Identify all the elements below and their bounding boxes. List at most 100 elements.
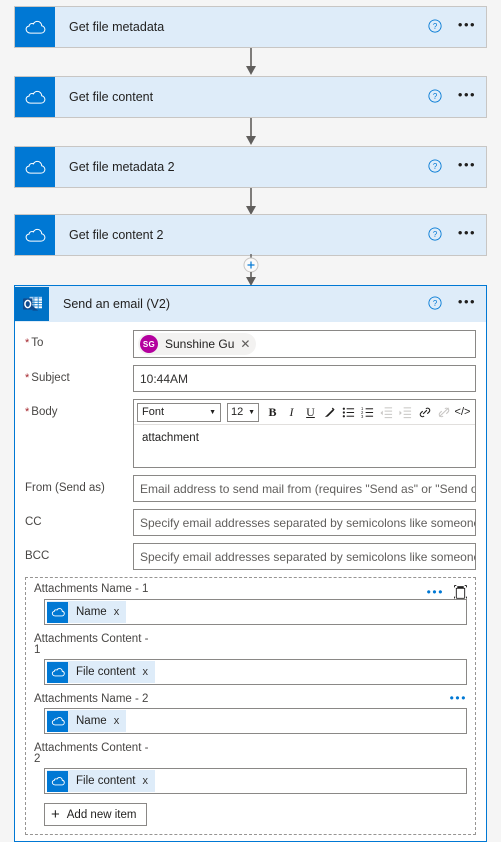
text-color-icon[interactable] (320, 402, 339, 422)
step-more-menu[interactable]: ••• (448, 88, 486, 104)
subject-input[interactable]: 10:44AM (133, 365, 476, 392)
send-email-more-menu[interactable]: ••• (448, 295, 486, 311)
from-input[interactable]: Email address to send mail from (require… (133, 475, 476, 502)
chevron-down-icon: ▼ (248, 408, 255, 416)
add-step-icon (243, 254, 258, 286)
flow-step-get-file-content[interactable]: Get file content ? ••• (14, 76, 487, 118)
dynamic-content-token[interactable]: File content x (47, 770, 155, 792)
send-email-card-title: Send an email (V2) (63, 297, 171, 311)
flow-canvas: Get file metadata ? ••• Get file content… (0, 0, 501, 286)
to-input[interactable]: SG Sunshine Gu ✕ (133, 330, 476, 358)
send-email-action-card[interactable]: Send an email (V2) ? ••• * To SG Sunshine… (14, 285, 487, 842)
step-more-menu[interactable]: ••• (448, 18, 486, 34)
attachment-content-1-input[interactable]: File content x (44, 659, 467, 685)
attachment-label: Attachments Name - 2 (34, 693, 149, 705)
onedrive-cloud-icon (47, 710, 68, 732)
bold-icon[interactable]: B (263, 402, 282, 422)
attachment-more-menu[interactable]: ••• (427, 586, 444, 598)
dynamic-content-token[interactable]: File content x (47, 661, 155, 683)
font-family-dropdown[interactable]: Font ▼ (137, 402, 221, 422)
field-cc: CC Specify email addresses separated by … (25, 509, 476, 536)
field-from-label: From (Send as) (25, 482, 105, 494)
remove-token-icon[interactable]: x (114, 606, 120, 618)
field-subject: * Subject 10:44AM (25, 365, 476, 392)
token-label: Name (76, 606, 107, 618)
dynamic-content-token[interactable]: Name x (47, 601, 127, 623)
attachment-label: Attachments Content - 2 (34, 742, 149, 765)
font-family-value: Font (142, 406, 165, 418)
remove-recipient-icon[interactable]: ✕ (240, 337, 250, 351)
attachment-more-menu[interactable]: ••• (450, 692, 467, 704)
font-size-dropdown[interactable]: 12 ▼ (227, 402, 259, 422)
onedrive-cloud-icon (47, 661, 68, 683)
cc-input[interactable]: Specify email addresses separated by sem… (133, 509, 476, 536)
decrease-indent-icon[interactable] (377, 402, 396, 422)
increase-indent-icon[interactable] (396, 402, 415, 422)
token-label: File content (76, 775, 136, 787)
send-email-form: *To SG Sunshine Gu ✕ *Subject 10:44AM (15, 322, 486, 841)
flow-step-title: Get file metadata (69, 20, 165, 34)
recipient-name: Sunshine Gu (165, 337, 235, 351)
trash-icon[interactable] (454, 585, 467, 599)
field-bcc-label: BCC (25, 550, 50, 562)
bcc-input[interactable]: Specify email addresses separated by sem… (133, 543, 476, 570)
dynamic-content-token[interactable]: Name x (47, 710, 127, 732)
flow-connector-arrow (0, 48, 501, 76)
attachment-content-2-input[interactable]: File content x (44, 768, 467, 794)
bulleted-list-icon[interactable] (339, 402, 358, 422)
underline-icon[interactable]: U (301, 402, 320, 422)
svg-text:3: 3 (361, 414, 364, 419)
flow-step-get-file-content-2[interactable]: Get file content 2 ? ••• (14, 214, 487, 256)
body-rich-text-editor[interactable]: Font ▼ 12 ▼ B I U 1 2 3 </> attachment (133, 399, 476, 468)
chevron-down-icon: ▼ (209, 408, 216, 416)
step-more-menu[interactable]: ••• (448, 158, 486, 174)
field-subject-label: * Subject (25, 372, 70, 384)
attachment-name-2-input[interactable]: Name x (44, 708, 467, 734)
add-new-item-button[interactable]: + Add new item (44, 803, 148, 826)
onedrive-cloud-icon (47, 770, 68, 792)
flow-step-title: Get file content (69, 90, 154, 104)
onedrive-cloud-icon (15, 7, 55, 47)
help-icon[interactable]: ? (422, 88, 448, 106)
arrow-down-icon (245, 118, 256, 145)
help-icon[interactable]: ? (422, 295, 448, 313)
remove-token-icon[interactable]: x (114, 715, 120, 727)
remove-link-icon[interactable] (434, 402, 453, 422)
required-asterisk: * (25, 337, 30, 349)
field-body: * Body Font ▼ 12 ▼ B I U 1 2 3 </> attac… (25, 399, 476, 468)
recipient-chip[interactable]: SG Sunshine Gu ✕ (138, 333, 257, 355)
code-view-icon[interactable]: </> (453, 402, 472, 422)
bcc-placeholder: Specify email addresses separated by sem… (140, 549, 476, 564)
italic-icon[interactable]: I (282, 402, 301, 422)
attachment-label: Attachments Content - 1 (34, 633, 149, 656)
remove-token-icon[interactable]: x (142, 775, 148, 787)
required-asterisk: * (25, 406, 30, 418)
flow-step-title: Get file content 2 (69, 228, 164, 242)
help-icon[interactable]: ? (422, 18, 448, 36)
flow-step-get-file-metadata[interactable]: Get file metadata ? ••• (14, 6, 487, 48)
step-more-menu[interactable]: ••• (448, 226, 486, 242)
help-icon[interactable]: ? (422, 158, 448, 176)
attachment-name-1-input[interactable]: Name x (44, 599, 467, 625)
field-body-label: * Body (25, 406, 58, 418)
flow-step-get-file-metadata-2[interactable]: Get file metadata 2 ? ••• (14, 146, 487, 188)
arrow-down-icon (245, 48, 256, 75)
field-cc-label: CC (25, 516, 42, 528)
rte-toolbar: Font ▼ 12 ▼ B I U 1 2 3 </> (134, 400, 475, 425)
svg-text:?: ? (433, 162, 438, 171)
svg-text:?: ? (433, 299, 438, 308)
insert-link-icon[interactable] (415, 402, 434, 422)
attachment-name-2-row: Attachments Name - 2 ••• (34, 692, 467, 708)
help-icon[interactable]: ? (422, 226, 448, 244)
attachment-content-2-row: Attachments Content - 2 (34, 742, 467, 768)
body-text-area[interactable]: attachment (134, 425, 475, 467)
arrow-down-icon (245, 188, 256, 215)
font-size-value: 12 (231, 406, 244, 418)
token-label: Name (76, 715, 107, 727)
plus-icon: + (51, 806, 60, 823)
remove-token-icon[interactable]: x (142, 666, 148, 678)
numbered-list-icon[interactable]: 123 (358, 402, 377, 422)
send-email-card-header[interactable]: Send an email (V2) ? ••• (15, 286, 486, 322)
onedrive-cloud-icon (15, 215, 55, 255)
field-bcc: BCC Specify email addresses separated by… (25, 543, 476, 570)
